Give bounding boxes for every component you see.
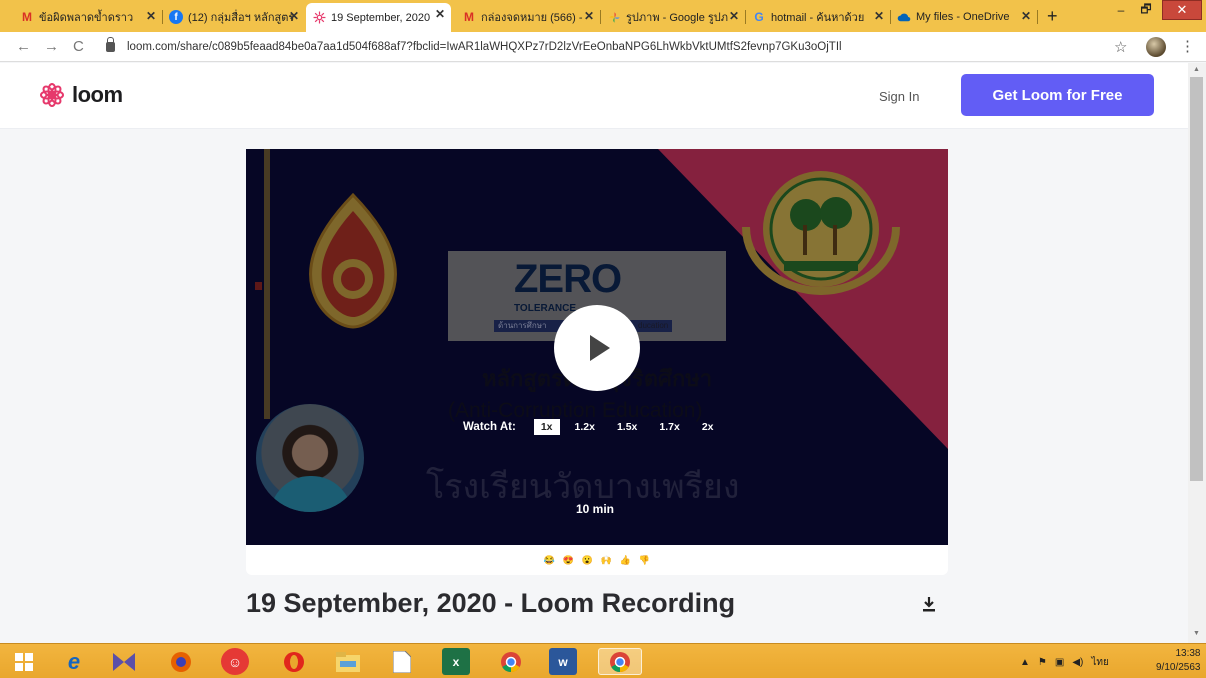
system-tray: ▲ ⚑ ▣ ◀) ไทย (1020, 655, 1117, 670)
sign-in-link[interactable]: Sign In (879, 89, 919, 104)
file-explorer-icon[interactable] (334, 648, 362, 675)
minimize-button[interactable]: – (1110, 0, 1132, 20)
speed-option-1-2x[interactable]: 1.2x (568, 419, 602, 435)
playback-speed-selector: Watch At: 1x 1.2x 1.5x 1.7x 2x (463, 419, 729, 435)
video-title: 19 September, 2020 - Loom Recording (246, 588, 736, 618)
loom-logo-icon (40, 83, 64, 107)
thumbs-up-reaction-icon[interactable]: 👍 (618, 553, 633, 568)
close-tab-icon[interactable]: ✕ (435, 7, 445, 21)
tab-title: ข้อผิดพลาดข้ำดราว (39, 12, 134, 24)
download-icon[interactable] (922, 596, 936, 612)
profile-avatar[interactable] (1146, 37, 1166, 57)
tab-title: 19 September, 2020 (331, 11, 431, 24)
facebook-icon: f (169, 10, 183, 24)
network-icon[interactable]: ▣ (1055, 657, 1064, 668)
thumbs-down-reaction-icon[interactable]: 👎 (637, 553, 652, 568)
speed-option-1x[interactable]: 1x (533, 419, 560, 435)
forward-arrow-icon[interactable]: → (44, 38, 59, 55)
watch-at-label: Watch At: (463, 421, 516, 433)
tab-google-photos[interactable]: รูปภาพ - Google รูปภ ✕ (601, 5, 745, 29)
close-tab-icon[interactable]: ✕ (1021, 9, 1031, 23)
close-tab-icon[interactable]: ✕ (289, 9, 299, 23)
loom-icon (312, 11, 326, 25)
chrome-active-icon[interactable] (598, 648, 642, 675)
scroll-up-icon[interactable]: ▲ (1193, 66, 1200, 73)
ie-icon[interactable]: e (60, 648, 88, 675)
maximize-button[interactable]: 🗗 (1135, 0, 1157, 20)
language-indicator[interactable]: ไทย (1091, 655, 1108, 670)
firefox-icon[interactable] (167, 648, 195, 675)
address-bar[interactable]: loom.com/share/c089b5feaad84be0a7aa1d504… (106, 36, 1126, 58)
video-player[interactable]: ZERO TOLERANCE ด้านการศึกษา ducation หลั… (246, 149, 948, 545)
back-arrow-icon[interactable]: ← (16, 38, 31, 55)
gmail-icon: M (22, 10, 32, 24)
laugh-reaction-icon[interactable]: 😂 (542, 553, 557, 568)
onedrive-icon (897, 10, 911, 24)
gmail-icon: M (464, 10, 474, 24)
word-icon[interactable]: w (549, 648, 577, 675)
tab-onedrive[interactable]: My files - OneDrive ✕ (891, 5, 1037, 29)
loom-page: loom Sign In Get Loom for Free ZERO TOLE… (0, 63, 1188, 643)
windows-taskbar: e ☺ x w ▲ ⚑ ▣ ◀) ไทย 13:38 9/10/2563 (0, 643, 1206, 678)
teams-icon[interactable] (110, 648, 138, 675)
notepad-icon[interactable] (388, 648, 416, 675)
reload-icon[interactable]: C (73, 38, 84, 55)
scroll-down-icon[interactable]: ▼ (1193, 630, 1200, 637)
chrome-icon[interactable] (497, 648, 525, 675)
tab-loom-active[interactable]: 19 September, 2020 ✕ (306, 3, 451, 32)
tray-expand-icon[interactable]: ▲ (1020, 657, 1030, 668)
tab-gmail-inbox[interactable]: M กล่องจดหมาย (566) - ✕ (456, 5, 600, 29)
tab-title: กล่องจดหมาย (566) - (481, 12, 583, 24)
tab-title: My files - OneDrive (916, 11, 1010, 23)
tab-title: รูปภาพ - Google รูปภ (626, 12, 729, 24)
loom-header: loom Sign In Get Loom for Free (0, 63, 1188, 129)
close-tab-icon[interactable]: ✕ (584, 9, 594, 23)
clock-time: 13:38 (1175, 648, 1201, 659)
tab-title: (12) กลุ่มสื่อฯ หลักสูตร (188, 12, 295, 24)
system-clock[interactable]: 13:38 9/10/2563 (1156, 647, 1201, 675)
opera-icon[interactable] (280, 648, 308, 675)
page-scrollbar[interactable]: ▲ ▼ (1188, 63, 1206, 643)
more-menu-icon[interactable]: ⋮ (1180, 37, 1195, 55)
tab-facebook[interactable]: f (12) กลุ่มสื่อฯ หลักสูตร ✕ (163, 5, 305, 29)
get-loom-button[interactable]: Get Loom for Free (961, 74, 1154, 116)
new-tab-button[interactable]: + (1047, 6, 1058, 27)
heart-eyes-reaction-icon[interactable]: 😍 (561, 553, 576, 568)
speed-option-1-7x[interactable]: 1.7x (652, 419, 686, 435)
speed-option-1-5x[interactable]: 1.5x (610, 419, 644, 435)
clock-date: 9/10/2563 (1156, 662, 1201, 673)
google-icon: G (754, 10, 764, 24)
raised-hands-reaction-icon[interactable]: 🙌 (599, 553, 614, 568)
play-icon (590, 335, 610, 361)
scrollbar-thumb[interactable] (1190, 77, 1203, 481)
baidu-icon[interactable]: ☺ (221, 648, 249, 675)
reaction-bar: 😂 😍 😮 🙌 👍 👎 (246, 545, 948, 575)
flag-icon[interactable]: ⚑ (1038, 657, 1047, 668)
bookmark-star-icon[interactable]: ☆ (1114, 38, 1127, 56)
video-duration: 10 min (576, 502, 615, 516)
logo-text: loom (72, 82, 123, 107)
google-photos-icon (607, 10, 621, 24)
surprised-reaction-icon[interactable]: 😮 (580, 553, 595, 568)
excel-icon[interactable]: x (442, 648, 470, 675)
close-tab-icon[interactable]: ✕ (729, 9, 739, 23)
tab-gmail-error[interactable]: M ข้อผิดพลาดข้ำดราว ✕ (14, 5, 162, 29)
browser-tab-strip: M ข้อผิดพลาดข้ำดราว ✕ f (12) กลุ่มสื่อฯ … (0, 0, 1206, 32)
play-button[interactable] (554, 305, 640, 391)
tab-title: hotmail - ค้นหาด้วย (771, 12, 865, 24)
tab-google-search[interactable]: G hotmail - ค้นหาด้วย ✕ (746, 5, 890, 29)
volume-icon[interactable]: ◀) (1072, 657, 1083, 668)
window-close-button[interactable]: ✕ (1162, 0, 1202, 20)
lock-icon (106, 37, 115, 52)
loom-logo[interactable]: loom (38, 81, 123, 109)
close-tab-icon[interactable]: ✕ (874, 9, 884, 23)
speed-option-2x[interactable]: 2x (695, 419, 721, 435)
windows-start-icon[interactable] (10, 648, 38, 675)
browser-toolbar: ← → C loom.com/share/c089b5feaad84be0a7a… (0, 32, 1206, 62)
close-tab-icon[interactable]: ✕ (146, 9, 156, 23)
url-text: loom.com/share/c089b5feaad84be0a7aa1d504… (127, 41, 842, 53)
